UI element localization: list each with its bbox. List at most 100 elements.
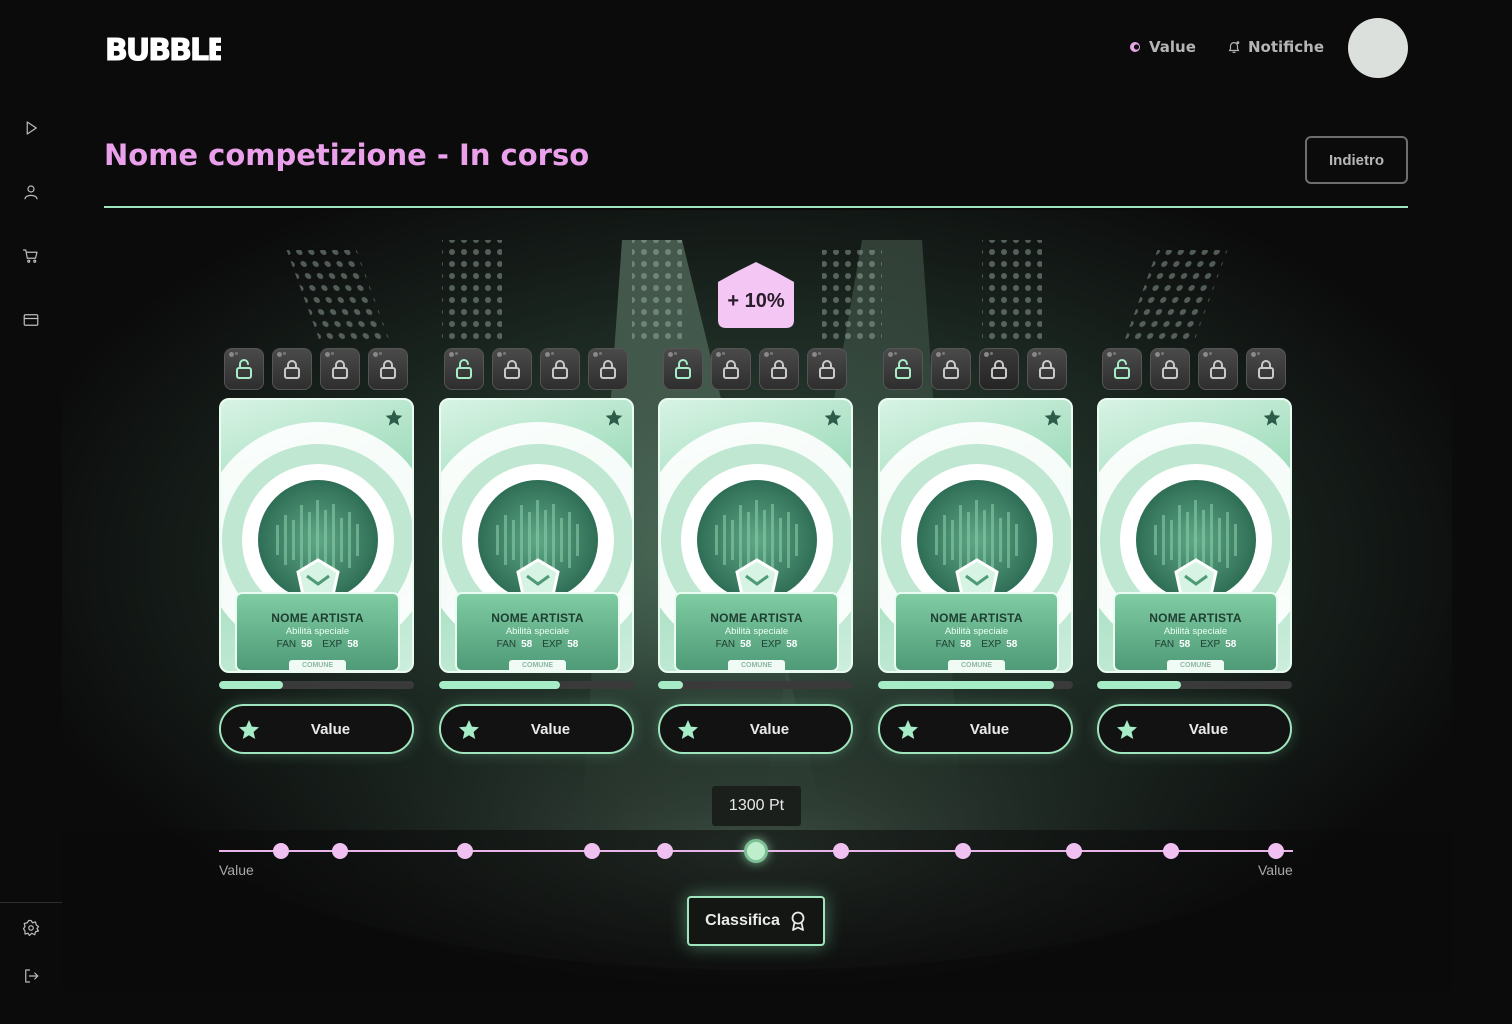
- unlock-icon: [1110, 357, 1134, 381]
- favorite-star-icon[interactable]: [823, 408, 843, 428]
- track-max-label: Value: [1258, 862, 1293, 878]
- value-button-label: Value: [969, 720, 1010, 738]
- milestone-dot[interactable]: [1268, 843, 1284, 859]
- card-info-panel: NOME ARTISTA Abilità speciale FAN 58 EXP 58 CO…: [455, 592, 620, 671]
- value-button[interactable]: Value: [219, 704, 414, 754]
- exp-value: 58: [347, 639, 359, 650]
- fan-label: FAN: [715, 639, 736, 650]
- exp-label: EXP: [761, 639, 782, 650]
- artist-card[interactable]: NOME ARTISTA Abilità speciale FAN 58 EXP 58 CO…: [658, 398, 853, 673]
- value-button-label: Value: [310, 720, 351, 738]
- special-ability: Abilità speciale: [944, 626, 1009, 637]
- exp-stat: EXP 58: [981, 639, 1017, 650]
- exp-stat: EXP 58: [761, 639, 797, 650]
- value-button[interactable]: Value: [439, 704, 634, 754]
- milestone-dot[interactable]: [1066, 843, 1082, 859]
- locked-slot[interactable]: [759, 348, 799, 390]
- card-progress-fill: [1097, 681, 1181, 689]
- rarity-badge: COMUNE: [1167, 660, 1224, 671]
- artist-card[interactable]: NOME ARTISTA Abilità speciale FAN 58 EXP 58 CO…: [219, 398, 414, 673]
- current-milestone-dot[interactable]: [744, 839, 768, 863]
- cart-icon[interactable]: [19, 244, 43, 268]
- artist-card[interactable]: NOME ARTISTA Abilità speciale FAN 58 EXP 58 CO…: [439, 398, 634, 673]
- milestone-dot[interactable]: [273, 843, 289, 859]
- avatar[interactable]: [1348, 18, 1408, 78]
- gear-icon[interactable]: [19, 916, 43, 940]
- milestone-dot[interactable]: [833, 843, 849, 859]
- favorite-star-icon[interactable]: [384, 408, 404, 428]
- milestone-dot[interactable]: [584, 843, 600, 859]
- card-progress-fill: [878, 681, 1054, 689]
- bubble-logo[interactable]: BUBBLE: [103, 28, 229, 70]
- milestone-dot[interactable]: [1163, 843, 1179, 859]
- value-button[interactable]: Value: [878, 704, 1073, 754]
- artist-name: NOME ARTISTA: [930, 611, 1023, 625]
- favorite-star-icon[interactable]: [604, 408, 624, 428]
- milestone-dot[interactable]: [657, 843, 673, 859]
- locked-slot[interactable]: [979, 348, 1019, 390]
- exp-label: EXP: [542, 639, 563, 650]
- locked-slot[interactable]: [540, 348, 580, 390]
- unlocked-slot[interactable]: [444, 348, 484, 390]
- locked-slot[interactable]: [1246, 348, 1286, 390]
- back-button[interactable]: Indietro: [1305, 136, 1408, 184]
- locked-slot[interactable]: [320, 348, 360, 390]
- locked-slot[interactable]: [1198, 348, 1238, 390]
- locked-slot[interactable]: [807, 348, 847, 390]
- exp-label: EXP: [981, 639, 1002, 650]
- lock-icon: [376, 357, 400, 381]
- rarity-badge: COMUNE: [948, 660, 1005, 671]
- locked-slot[interactable]: [711, 348, 751, 390]
- value-button[interactable]: Value: [1097, 704, 1292, 754]
- unlocked-slot[interactable]: [1102, 348, 1142, 390]
- boost-badge: + 10%: [716, 262, 796, 330]
- value-nav-link[interactable]: Value: [1128, 36, 1196, 58]
- special-ability: Abilità speciale: [505, 626, 570, 637]
- exp-value: 58: [1225, 639, 1237, 650]
- notifications-nav-link[interactable]: Notifiche: [1227, 36, 1324, 58]
- special-ability: Abilità speciale: [1163, 626, 1228, 637]
- milestone-dot[interactable]: [332, 843, 348, 859]
- unlock-icon: [452, 357, 476, 381]
- unlocked-slot[interactable]: [663, 348, 703, 390]
- lock-icon: [939, 357, 963, 381]
- play-icon[interactable]: [19, 116, 43, 140]
- lock-icon: [1158, 357, 1182, 381]
- locked-slot[interactable]: [368, 348, 408, 390]
- card-progress-bar: [219, 681, 414, 689]
- locked-slot[interactable]: [492, 348, 532, 390]
- fan-value: 58: [960, 639, 972, 650]
- lock-icon: [280, 357, 304, 381]
- favorite-star-icon[interactable]: [1043, 408, 1063, 428]
- rarity-badge: COMUNE: [289, 660, 346, 671]
- exp-stat: EXP 58: [542, 639, 578, 650]
- card-icon[interactable]: [19, 308, 43, 332]
- fan-value: 58: [740, 639, 752, 650]
- locked-slot[interactable]: [1027, 348, 1067, 390]
- fan-label: FAN: [496, 639, 517, 650]
- unlocked-slot[interactable]: [224, 348, 264, 390]
- locked-slot[interactable]: [272, 348, 312, 390]
- unlocked-slot[interactable]: [883, 348, 923, 390]
- favorite-star-icon[interactable]: [1262, 408, 1282, 428]
- milestone-dot[interactable]: [955, 843, 971, 859]
- fan-stat: FAN 58: [716, 639, 752, 650]
- artist-card[interactable]: NOME ARTISTA Abilità speciale FAN 58 EXP 58 CO…: [1097, 398, 1292, 673]
- locked-slot[interactable]: [1150, 348, 1190, 390]
- locked-slot[interactable]: [588, 348, 628, 390]
- fan-value: 58: [521, 639, 533, 650]
- user-icon[interactable]: [19, 180, 43, 204]
- card-info-panel: NOME ARTISTA Abilità speciale FAN 58 EXP 58 CO…: [674, 592, 839, 671]
- card-info-panel: NOME ARTISTA Abilità speciale FAN 58 EXP 58 CO…: [1113, 592, 1278, 671]
- locked-slot[interactable]: [931, 348, 971, 390]
- card-info-panel: NOME ARTISTA Abilità speciale FAN 58 EXP 58 CO…: [894, 592, 1059, 671]
- milestone-dot[interactable]: [457, 843, 473, 859]
- lock-icon: [1035, 357, 1059, 381]
- value-button[interactable]: Value: [658, 704, 853, 754]
- logout-icon[interactable]: [19, 964, 43, 988]
- lock-slots: [883, 348, 1068, 390]
- ranking-button[interactable]: Classifica: [687, 896, 825, 946]
- artist-card[interactable]: NOME ARTISTA Abilità speciale FAN 58 EXP 58 CO…: [878, 398, 1073, 673]
- card-progress-bar: [1097, 681, 1292, 689]
- card-progress-bar: [658, 681, 853, 689]
